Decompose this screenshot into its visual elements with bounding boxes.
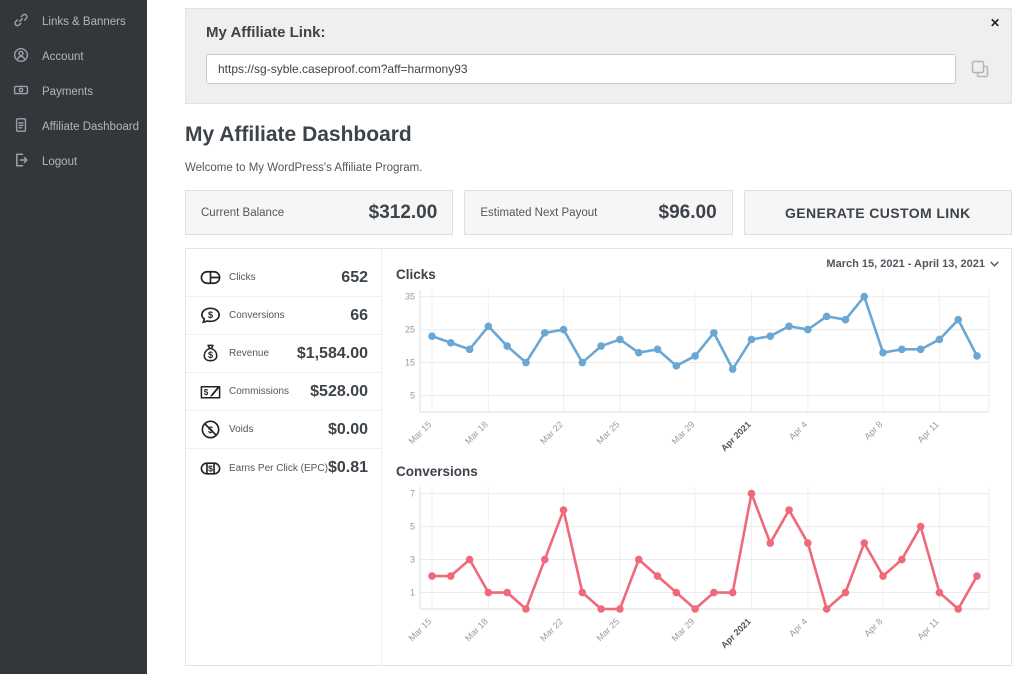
svg-text:Mar 29: Mar 29 <box>670 419 697 446</box>
svg-text:Mar 18: Mar 18 <box>463 616 490 643</box>
welcome-text: Welcome to My WordPress's Affiliate Prog… <box>185 162 1012 174</box>
svg-text:$: $ <box>204 388 209 397</box>
svg-text:3: 3 <box>410 555 415 565</box>
svg-text:Mar 22: Mar 22 <box>538 616 565 643</box>
svg-text:Apr 4: Apr 4 <box>787 616 809 638</box>
sidebar-item-logout[interactable]: Logout <box>0 144 147 179</box>
conversions-chart-title: Conversions <box>396 464 1001 479</box>
svg-text:Mar 18: Mar 18 <box>463 419 490 446</box>
svg-text:Mar 25: Mar 25 <box>594 419 621 446</box>
svg-text:1: 1 <box>410 588 415 598</box>
sidebar-item-payments[interactable]: Payments <box>0 74 147 109</box>
affiliate-link-input[interactable] <box>206 54 956 84</box>
account-icon <box>13 47 29 66</box>
commission-note-icon: $ <box>199 380 225 403</box>
svg-text:$: $ <box>208 310 213 320</box>
chevron-down-icon <box>990 258 999 270</box>
document-icon <box>13 117 29 136</box>
svg-text:$: $ <box>208 350 213 360</box>
sidebar-item-label: Affiliate Dashboard <box>42 121 139 133</box>
mouse-icon <box>199 266 225 289</box>
link-icon <box>13 12 29 31</box>
svg-text:Mar 29: Mar 29 <box>670 616 697 643</box>
svg-text:Mar 15: Mar 15 <box>407 616 434 643</box>
next-payout-card: Estimated Next Payout $96.00 <box>464 190 732 235</box>
svg-text:25: 25 <box>405 325 415 335</box>
conversion-bubble-icon: $ <box>199 304 225 327</box>
svg-text:Apr 11: Apr 11 <box>915 616 940 641</box>
current-balance-card: Current Balance $312.00 <box>185 190 453 235</box>
svg-text:Apr 2021: Apr 2021 <box>719 419 753 453</box>
current-balance-value: $312.00 <box>369 202 438 224</box>
next-payout-value: $96.00 <box>659 202 717 224</box>
svg-text:Apr 8: Apr 8 <box>862 616 884 638</box>
affiliate-link-notice: ✕ My Affiliate Link: <box>185 8 1012 104</box>
svg-text:Apr 2021: Apr 2021 <box>719 616 753 650</box>
copy-icon[interactable] <box>969 58 991 80</box>
sidebar-item-label: Logout <box>42 156 77 168</box>
charts-column: March 15, 2021 - April 13, 2021 Clicks 5… <box>382 249 1011 665</box>
stat-epc: $ Earns Per Click (EPC) $0.81 <box>186 449 381 487</box>
date-range-selector[interactable]: March 15, 2021 - April 13, 2021 <box>826 258 999 270</box>
logout-icon <box>13 152 29 171</box>
svg-text:15: 15 <box>405 358 415 368</box>
affiliate-link-title: My Affiliate Link: <box>206 24 991 41</box>
sidebar-item-links-banners[interactable]: Links & Banners <box>0 4 147 39</box>
sidebar-item-account[interactable]: Account <box>0 39 147 74</box>
sidebar: Links & Banners Account Payments Af <box>0 0 147 674</box>
sidebar-item-label: Payments <box>42 86 93 98</box>
stat-clicks: Clicks 652 <box>186 259 381 297</box>
summary-cards: Current Balance $312.00 Estimated Next P… <box>185 190 1012 235</box>
conversions-chart: 1 3 5 7 Mar 15 Mar 18 Mar 22 Mar 25 Mar 29 Apr 20… <box>394 479 995 651</box>
svg-text:Apr 11: Apr 11 <box>915 419 940 444</box>
epc-icon: $ <box>199 457 225 480</box>
sidebar-item-label: Links & Banners <box>42 16 126 28</box>
stat-conversions: $ Conversions 66 <box>186 297 381 335</box>
svg-text:35: 35 <box>405 292 415 302</box>
void-icon: $ <box>199 418 225 441</box>
svg-text:7: 7 <box>410 489 415 499</box>
dashboard-panel: Clicks 652 $ Conversions 66 <box>185 248 1012 666</box>
clicks-chart: 5 15 25 35 Mar 15 Mar 18 Mar 22 Mar 25 Mar 29 Apr… <box>394 282 995 454</box>
svg-text:Apr 8: Apr 8 <box>862 419 884 441</box>
date-range-label: March 15, 2021 - April 13, 2021 <box>826 258 985 270</box>
svg-text:Mar 22: Mar 22 <box>538 419 565 446</box>
svg-text:5: 5 <box>410 391 415 401</box>
money-bag-icon: $ <box>199 342 225 365</box>
generate-custom-link-label: GENERATE CUSTOM LINK <box>785 205 971 221</box>
main-content: ✕ My Affiliate Link: My Affiliate Dashbo… <box>147 0 1024 674</box>
close-icon[interactable]: ✕ <box>990 16 1000 30</box>
payments-icon <box>13 82 29 101</box>
current-balance-label: Current Balance <box>201 207 284 219</box>
next-payout-label: Estimated Next Payout <box>480 207 597 219</box>
stat-commissions: $ Commissions $528.00 <box>186 373 381 411</box>
generate-custom-link-button[interactable]: GENERATE CUSTOM LINK <box>744 190 1012 235</box>
svg-text:Mar 15: Mar 15 <box>407 419 434 446</box>
svg-text:5: 5 <box>410 522 415 532</box>
stat-revenue: $ Revenue $1,584.00 <box>186 335 381 373</box>
svg-text:Apr 4: Apr 4 <box>787 419 809 441</box>
svg-text:$: $ <box>208 463 213 473</box>
svg-text:Mar 25: Mar 25 <box>594 616 621 643</box>
page-title: My Affiliate Dashboard <box>185 123 1012 147</box>
stats-column: Clicks 652 $ Conversions 66 <box>186 249 382 665</box>
stat-voids: $ Voids $0.00 <box>186 411 381 449</box>
sidebar-item-label: Account <box>42 51 84 63</box>
sidebar-item-affiliate-dashboard[interactable]: Affiliate Dashboard <box>0 109 147 144</box>
